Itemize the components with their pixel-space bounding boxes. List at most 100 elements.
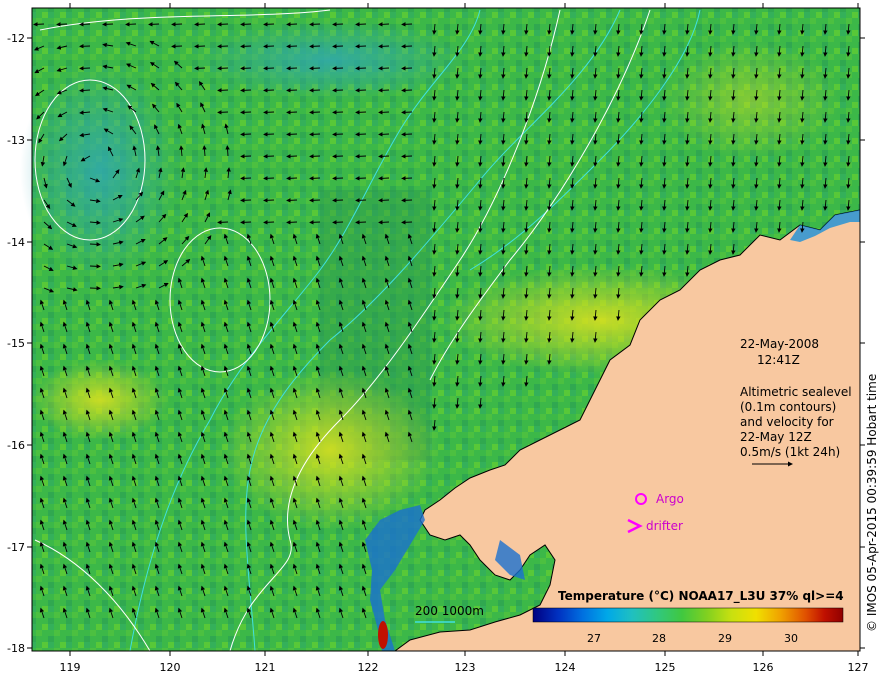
velocity-arrow (309, 22, 321, 27)
velocity-arrow (240, 154, 252, 159)
y-tick-label: -15 (7, 337, 25, 350)
velocity-arrow (240, 176, 252, 181)
warm-patch-1 (220, 370, 440, 530)
velocity-arrow (332, 110, 344, 115)
velocity-arrow (401, 132, 413, 137)
velocity-arrow (263, 66, 275, 71)
velocity-arrow (309, 198, 321, 203)
velocity-arrow (263, 176, 275, 181)
velocity-arrow (378, 220, 390, 225)
velocity-arrow (355, 44, 367, 49)
x-tick-label: 119 (60, 661, 81, 674)
velocity-arrow (309, 88, 321, 93)
velocity-arrow (378, 154, 390, 159)
red-shelf (378, 621, 388, 649)
velocity-arrow (401, 110, 413, 115)
velocity-arrow (240, 110, 252, 115)
x-tick-label: 126 (753, 661, 774, 674)
velocity-arrow (240, 220, 252, 225)
velocity-arrow (171, 44, 183, 49)
velocity-arrow (378, 132, 390, 137)
velocity-arrow (89, 264, 101, 269)
velocity-arrow (355, 66, 367, 71)
sst-map: Argo drifter 22-May-2008 12:41Z Altimetr… (7, 3, 879, 674)
velocity-arrow (401, 154, 413, 159)
velocity-arrow (240, 22, 252, 27)
argo-label: Argo (656, 492, 684, 506)
x-tick-label: 120 (160, 661, 181, 674)
velocity-arrow (263, 154, 275, 159)
velocity-arrow (309, 220, 321, 225)
colorbar (532, 607, 844, 623)
velocity-arrow (240, 66, 252, 71)
info-line-1: Altimetric sealevel (740, 385, 852, 399)
velocity-arrow (378, 88, 390, 93)
velocity-arrow (286, 66, 298, 71)
velocity-arrow (309, 66, 321, 71)
velocity-arrow (217, 22, 229, 27)
velocity-arrow (263, 220, 275, 225)
colorbar-tick-27: 27 (587, 632, 601, 645)
velocity-arrow (332, 66, 344, 71)
velocity-arrow (332, 22, 344, 27)
velocity-arrow (355, 154, 367, 159)
cool-patch-north (190, 20, 470, 100)
x-tick-label: 127 (848, 661, 869, 674)
velocity-arrow (401, 220, 413, 225)
velocity-arrow (355, 22, 367, 27)
date-label: 22-May-2008 (740, 337, 819, 351)
velocity-arrow (355, 198, 367, 203)
velocity-arrow (355, 110, 367, 115)
velocity-arrow (171, 22, 183, 27)
x-tick-label: 122 (358, 661, 379, 674)
velocity-arrow (401, 44, 413, 49)
velocity-arrow (102, 22, 114, 27)
velocity-arrow (240, 132, 252, 137)
velocity-arrow (263, 198, 275, 203)
x-tick-label: 124 (555, 661, 576, 674)
time-label: 12:41Z (757, 353, 800, 367)
cool-eddy (20, 60, 180, 280)
velocity-arrow (355, 88, 367, 93)
velocity-arrow (378, 198, 390, 203)
velocity-arrow (286, 198, 298, 203)
velocity-arrow (286, 110, 298, 115)
y-tick-label: -18 (7, 642, 25, 655)
velocity-arrow (401, 66, 413, 71)
y-tick-label: -17 (7, 541, 25, 554)
velocity-arrow (401, 176, 413, 181)
info-line-4: 22-May 12Z (740, 430, 812, 444)
velocity-arrow (332, 154, 344, 159)
y-tick-label: -12 (7, 32, 25, 45)
colorbar-tick-30: 30 (784, 632, 798, 645)
velocity-arrow (79, 22, 91, 27)
velocity-arrow (378, 110, 390, 115)
velocity-arrow (194, 22, 206, 27)
x-tick-label: 123 (455, 661, 476, 674)
velocity-arrow (263, 110, 275, 115)
velocity-arrow (355, 132, 367, 137)
velocity-arrow (286, 88, 298, 93)
drifter-label: drifter (646, 519, 683, 533)
warm-patch-3 (30, 360, 170, 440)
velocity-arrow (286, 154, 298, 159)
velocity-arrow (263, 88, 275, 93)
velocity-arrow (194, 44, 206, 49)
y-tick-label: -14 (7, 236, 25, 249)
velocity-arrow (286, 22, 298, 27)
velocity-arrow (56, 22, 68, 27)
velocity-arrow (148, 22, 160, 27)
info-line-3: and velocity for (740, 415, 834, 429)
velocity-arrow (286, 44, 298, 49)
velocity-arrow (286, 176, 298, 181)
velocity-arrow (217, 220, 229, 225)
velocity-arrow (286, 220, 298, 225)
velocity-arrow (309, 154, 321, 159)
y-tick-label: -13 (7, 134, 25, 147)
colorbar-tick-28: 28 (652, 632, 666, 645)
colorbar-title: Temperature (°C) NOAA17_L3U 37% ql>=4 (558, 589, 844, 604)
velocity-arrow (378, 66, 390, 71)
velocity-arrow (240, 44, 252, 49)
velocity-arrow (332, 88, 344, 93)
velocity-arrow (309, 110, 321, 115)
